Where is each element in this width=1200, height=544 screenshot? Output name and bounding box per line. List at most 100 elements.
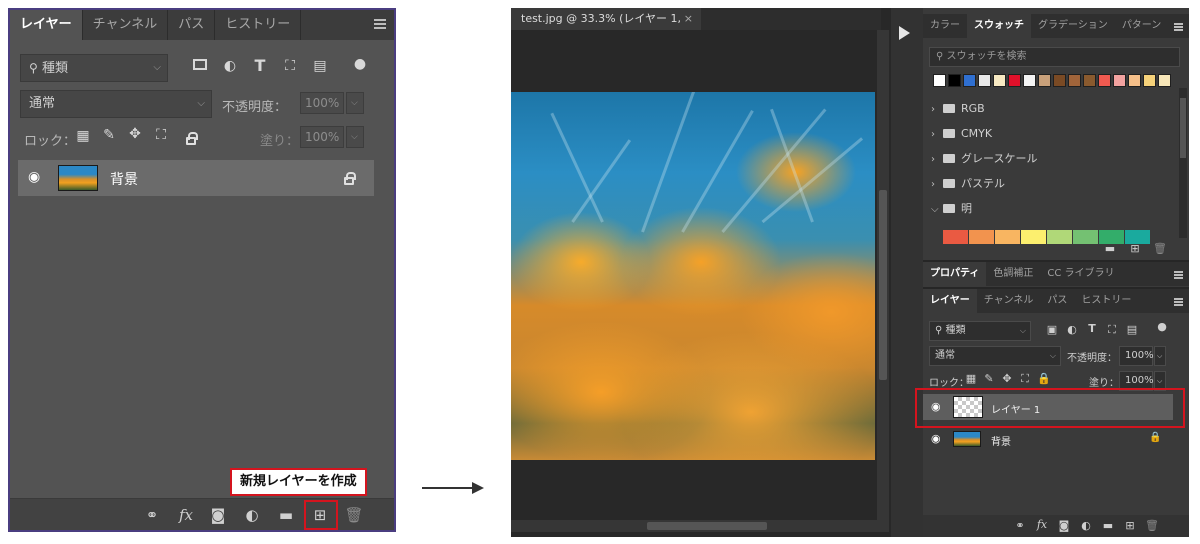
swatch-color[interactable] (1008, 74, 1021, 87)
document-tab[interactable]: test.jpg @ 33.3% (レイヤー 1, RGB/8) * × (511, 8, 701, 47)
trash-icon[interactable]: 🗑 (1145, 519, 1159, 532)
panel-menu-icon[interactable] (1174, 23, 1183, 31)
tab-channels[interactable]: チャンネル (977, 289, 1041, 313)
tab-swatches[interactable]: スウォッチ (967, 14, 1031, 38)
layer-row-background[interactable]: ◉ 背景 (18, 160, 374, 196)
adjustment-icon[interactable]: ◐ (1079, 519, 1093, 532)
smart-object-filter-icon[interactable]: ▤ (310, 58, 330, 78)
swatch-group-cmyk[interactable]: › CMYK (931, 125, 992, 143)
type-filter-icon[interactable]: T (250, 56, 270, 76)
tab-channels[interactable]: チャンネル (83, 10, 169, 40)
swatch-color[interactable] (948, 74, 961, 87)
swatch-group-grayscale[interactable]: › グレースケール (931, 150, 1037, 168)
tab-adjustments[interactable]: 色調補正 (986, 262, 1040, 286)
swatch-color[interactable] (1021, 230, 1046, 244)
tab-color[interactable]: カラー (923, 14, 967, 38)
fx-icon[interactable]: fx (1035, 518, 1049, 531)
lock-transparent-pixels-icon[interactable]: ▦ (74, 128, 92, 144)
lock-position-icon[interactable]: ✥ (1001, 372, 1013, 385)
eye-icon[interactable]: ◉ (28, 169, 40, 185)
lock-all-icon[interactable]: 🔒 (1037, 372, 1051, 385)
swatch-color[interactable] (1068, 74, 1081, 87)
eye-icon[interactable]: ◉ (931, 432, 941, 445)
link-icon[interactable]: ⚭ (142, 506, 162, 524)
lock-position-icon[interactable]: ✥ (126, 126, 144, 142)
shape-filter-icon[interactable]: ⛶ (280, 58, 300, 78)
mask-icon[interactable]: ◙ (1057, 519, 1071, 532)
opacity-input[interactable]: 100% (1119, 346, 1154, 366)
play-icon[interactable] (899, 26, 910, 40)
swatch-group-bright[interactable]: ⌵ 明 (931, 200, 972, 218)
lock-image-pixels-icon[interactable]: ✎ (983, 372, 995, 385)
swatches-scrollbar[interactable] (1179, 88, 1187, 238)
swatch-color[interactable] (963, 74, 976, 87)
pixel-filter-icon[interactable] (190, 58, 210, 78)
panel-menu-icon[interactable] (1174, 271, 1183, 279)
new-layer-icon[interactable]: ⊞ (1123, 519, 1137, 532)
tab-gradients[interactable]: グラデーション (1031, 14, 1115, 38)
shape-filter-icon[interactable]: ⛶ (1105, 323, 1119, 337)
swatch-color[interactable] (978, 74, 991, 87)
swatch-color[interactable] (1128, 74, 1141, 87)
opacity-chevron-icon[interactable]: ⌵ (346, 92, 364, 114)
folder-icon[interactable]: ▬ (1101, 519, 1115, 532)
swatch-group-rgb[interactable]: › RGB (931, 100, 985, 118)
lock-transparent-pixels-icon[interactable]: ▦ (965, 372, 977, 385)
folder-icon[interactable]: ▬ (276, 506, 296, 524)
type-filter-icon[interactable]: T (1085, 322, 1099, 335)
pixel-filter-icon[interactable]: ▣ (1045, 323, 1059, 336)
tab-history[interactable]: ヒストリー (1074, 289, 1138, 313)
swatch-color[interactable] (1083, 74, 1096, 87)
filter-toggle-icon[interactable]: ● (1155, 320, 1169, 333)
swatch-color[interactable] (1053, 74, 1066, 87)
swatch-search-input[interactable]: ⚲ スウォッチを検索 (929, 47, 1180, 67)
tab-properties[interactable]: プロパティ (923, 262, 987, 286)
tab-paths[interactable]: パス (168, 10, 216, 40)
adjustment-icon[interactable]: ◐ (242, 506, 262, 524)
swatch-color[interactable] (1073, 230, 1098, 244)
smart-object-filter-icon[interactable]: ▤ (1125, 323, 1139, 336)
layer-row-background[interactable]: ◉ 背景 🔒 (923, 426, 1173, 452)
swatch-color[interactable] (995, 230, 1020, 244)
fill-chevron-icon[interactable]: ⌵ (346, 126, 364, 148)
opacity-chevron-icon[interactable]: ⌵ (1154, 346, 1166, 366)
link-icon[interactable]: ⚭ (1013, 519, 1027, 532)
fill-input[interactable]: 100% (300, 126, 344, 148)
lock-all-icon[interactable] (186, 132, 198, 145)
horizontal-scrollbar[interactable] (511, 520, 889, 532)
adjustment-filter-icon[interactable]: ◐ (1065, 323, 1079, 336)
close-icon[interactable]: × (684, 8, 693, 30)
vertical-scrollbar[interactable] (877, 30, 889, 520)
opacity-input[interactable]: 100% (300, 92, 344, 114)
tab-history[interactable]: ヒストリー (215, 10, 302, 40)
swatch-color[interactable] (1143, 74, 1156, 87)
folder-icon[interactable]: ▬ (1103, 242, 1117, 255)
swatch-color[interactable] (1098, 74, 1111, 87)
layer-filter-select[interactable]: ⚲ 種類 ⌵ (20, 54, 168, 82)
tab-patterns[interactable]: パターン (1115, 14, 1169, 38)
trash-icon[interactable]: 🗑 (1153, 242, 1167, 255)
layer-filter-select[interactable]: ⚲ 種類 ⌵ (929, 321, 1031, 341)
swatch-color[interactable] (933, 74, 946, 87)
filter-toggle-icon[interactable]: ● (350, 56, 370, 80)
swatch-color[interactable] (1023, 74, 1036, 87)
swatch-color[interactable] (943, 230, 968, 244)
adjustment-filter-icon[interactable]: ◐ (220, 58, 240, 78)
new-swatch-icon[interactable]: ⊞ (1128, 242, 1142, 255)
swatch-color[interactable] (1158, 74, 1171, 87)
swatch-color[interactable] (969, 230, 994, 244)
blend-mode-select[interactable]: 通常 ⌵ (929, 346, 1061, 366)
panel-menu-icon[interactable] (1174, 298, 1183, 306)
lock-artboard-icon[interactable]: ⛶ (152, 127, 170, 143)
fx-icon[interactable]: fx (176, 506, 196, 524)
tab-layers[interactable]: レイヤー (923, 289, 977, 313)
lock-artboard-icon[interactable]: ⛶ (1019, 372, 1031, 386)
swatch-color[interactable] (1038, 74, 1051, 87)
tab-cc-libraries[interactable]: CC ライブラリ (1040, 262, 1121, 286)
tab-paths[interactable]: パス (1040, 289, 1074, 313)
swatch-color[interactable] (993, 74, 1006, 87)
swatch-color[interactable] (1047, 230, 1072, 244)
trash-icon[interactable]: 🗑 (344, 506, 364, 524)
mask-icon[interactable]: ◙ (208, 506, 228, 524)
tab-layers[interactable]: レイヤー (10, 10, 83, 40)
